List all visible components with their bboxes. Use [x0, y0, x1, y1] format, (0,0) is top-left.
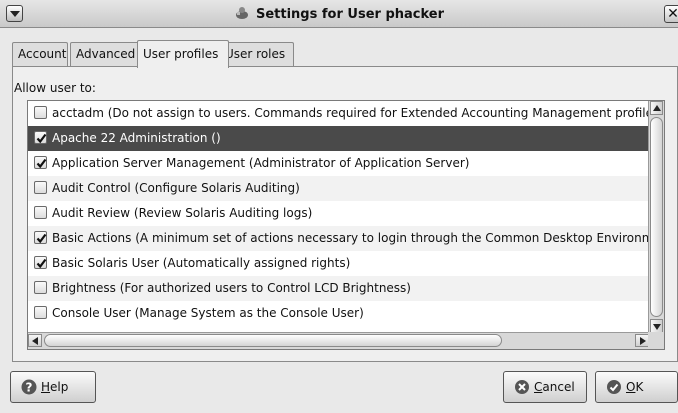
tab-advanced[interactable]: Advanced — [70, 42, 145, 67]
profile-label: Basic Solaris User (Automatically assign… — [52, 256, 351, 270]
vertical-scrollbar[interactable] — [648, 101, 664, 333]
tab-account[interactable]: Account — [12, 42, 68, 67]
close-icon: ✕ — [667, 6, 678, 22]
title-bar: Settings for User phacker ✕ — [0, 0, 678, 28]
help-mnemonic: H — [41, 380, 51, 394]
tab-user-roles[interactable]: User roles — [219, 42, 294, 67]
profile-label: Audit Review (Review Solaris Auditing lo… — [52, 206, 313, 220]
window-title: Settings for User phacker — [255, 7, 445, 22]
scroll-right-arrow-icon[interactable] — [635, 334, 649, 347]
scroll-down-arrow-icon[interactable] — [650, 319, 663, 333]
checkbox-unchecked[interactable] — [34, 106, 47, 119]
profile-row[interactable]: Apache 22 Administration () — [28, 126, 649, 151]
help-label-rest: elp — [50, 380, 69, 394]
svg-text:?: ? — [26, 381, 33, 395]
cancel-button[interactable]: Cancel — [503, 371, 587, 403]
profile-label: acctadm (Do not assign to users. Command… — [52, 106, 649, 120]
horizontal-scroll-thumb[interactable] — [44, 334, 502, 347]
help-icon: ? — [21, 376, 37, 395]
profile-label: Application Server Management (Administr… — [52, 156, 470, 170]
profile-row[interactable]: Basic Actions (A minimum set of actions … — [28, 226, 649, 251]
ok-button[interactable]: OK — [595, 371, 678, 403]
ok-check-icon — [606, 376, 622, 394]
profile-row[interactable]: Application Server Management (Administr… — [28, 151, 649, 176]
scroll-corner — [648, 332, 664, 349]
scroll-left-arrow-icon[interactable] — [28, 334, 42, 347]
checkbox-checked[interactable] — [34, 131, 47, 144]
settings-app-icon — [234, 6, 250, 20]
cancel-label-rest: ancel — [542, 380, 575, 394]
checkbox-unchecked[interactable] — [34, 281, 47, 294]
profile-label: Brightness (For authorized users to Cont… — [52, 281, 411, 295]
checkbox-checked[interactable] — [34, 231, 47, 244]
profile-row[interactable]: acctadm (Do not assign to users. Command… — [28, 101, 649, 126]
profile-row[interactable]: Console User (Manage System as the Conso… — [28, 301, 649, 326]
profile-row[interactable]: Brightness (For authorized users to Cont… — [28, 276, 649, 301]
help-button[interactable]: ? Help — [10, 371, 96, 403]
profile-row[interactable]: Basic Solaris User (Automatically assign… — [28, 251, 649, 276]
vertical-scroll-thumb[interactable] — [650, 117, 663, 317]
ok-label-rest: K — [635, 380, 644, 394]
window-title-area: Settings for User phacker — [0, 6, 678, 22]
checkbox-unchecked[interactable] — [34, 206, 47, 219]
profiles-list-viewport: acctadm (Do not assign to users. Command… — [28, 101, 649, 333]
profile-row[interactable]: Audit Control (Configure Solaris Auditin… — [28, 176, 649, 201]
profile-row[interactable]: Audit Review (Review Solaris Auditing lo… — [28, 201, 649, 226]
tab-user-profiles[interactable]: User profiles — [137, 40, 229, 68]
profiles-list: acctadm (Do not assign to users. Command… — [27, 100, 665, 350]
checkbox-unchecked[interactable] — [34, 181, 47, 194]
cancel-icon — [514, 376, 530, 394]
checkbox-checked[interactable] — [34, 156, 47, 169]
checkbox-checked[interactable] — [34, 256, 47, 269]
allow-user-label: Allow user to: — [14, 81, 96, 95]
scroll-up-arrow-icon[interactable] — [650, 101, 663, 115]
profile-label: Audit Control (Configure Solaris Auditin… — [52, 181, 300, 195]
profile-label: Basic Actions (A minimum set of actions … — [52, 231, 649, 245]
close-button[interactable]: ✕ — [664, 5, 678, 23]
checkbox-unchecked[interactable] — [34, 306, 47, 319]
profile-label: Apache 22 Administration () — [52, 131, 221, 145]
horizontal-scrollbar[interactable] — [28, 332, 649, 349]
profile-label: Console User (Manage System as the Conso… — [52, 306, 364, 320]
